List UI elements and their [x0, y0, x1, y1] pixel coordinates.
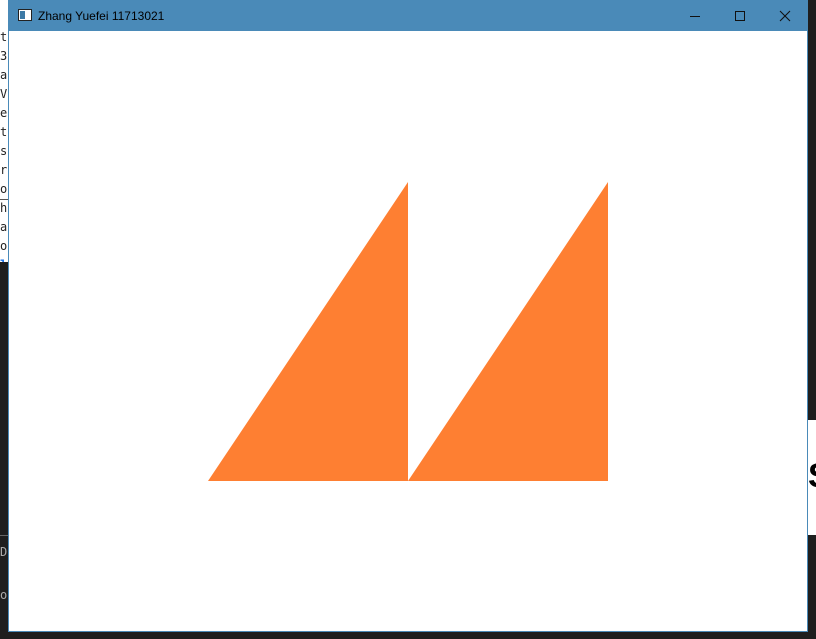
- drawing-canvas[interactable]: [9, 31, 807, 631]
- background-text-fragment: ar: [0, 220, 8, 234]
- background-text-fragment: Di: [0, 545, 8, 559]
- background-divider: [0, 535, 8, 536]
- background-editor-panel: t 30 a Ve e th s ri or he ar or le: [0, 0, 8, 262]
- background-text-fragment: e: [0, 106, 8, 120]
- close-button[interactable]: [762, 1, 808, 31]
- background-text-fragment: th: [0, 125, 8, 139]
- app-window: Zhang Yuefei 11713021: [8, 0, 808, 632]
- maximize-icon: [735, 11, 745, 21]
- background-text-fragment: ri: [0, 163, 8, 177]
- background-text-fragment: a: [0, 68, 8, 82]
- background-text-fragment: S: [808, 456, 816, 496]
- right-triangle: [408, 182, 608, 481]
- minimize-button[interactable]: [672, 1, 718, 31]
- canvas-svg: [208, 182, 608, 481]
- background-text-fragment: le: [0, 256, 8, 262]
- background-text-fragment: he: [0, 201, 8, 215]
- background-text-fragment: Ve: [0, 87, 8, 101]
- background-text-fragment: s: [0, 144, 8, 158]
- background-text-fragment: 30: [0, 49, 8, 63]
- app-window-icon[interactable]: [18, 9, 32, 21]
- close-icon: [779, 10, 791, 22]
- background-text-fragment: of: [0, 588, 8, 602]
- background-text-fragment: t: [0, 30, 8, 44]
- title-bar[interactable]: Zhang Yuefei 11713021: [9, 1, 807, 31]
- minimize-icon: [690, 16, 700, 17]
- background-text-fragment: or: [0, 239, 8, 253]
- window-title: Zhang Yuefei 11713021: [38, 9, 165, 23]
- background-text-fragment: or: [0, 182, 8, 196]
- maximize-button[interactable]: [717, 1, 763, 31]
- left-triangle: [208, 182, 408, 481]
